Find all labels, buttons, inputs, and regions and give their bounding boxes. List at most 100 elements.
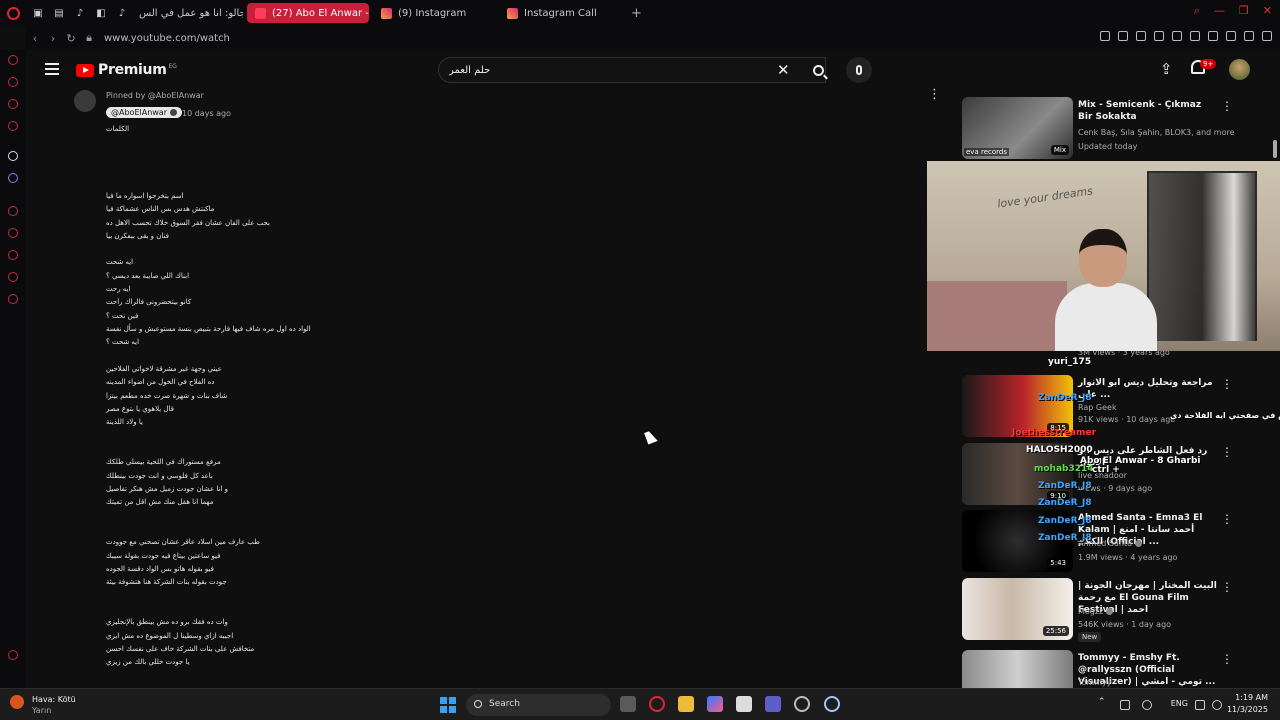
sidebar-pinboard-icon[interactable] — [8, 228, 18, 238]
lyric-line: متخافش على بنات الشركة خاف على نفسك احسن — [106, 645, 255, 653]
lyric-line: فيو ساعتين بيتاع فيه جودت بقولة سيبك — [106, 552, 221, 560]
url-field[interactable]: www.youtube.com/watch — [104, 33, 230, 44]
video-thumbnail[interactable]: 25:56 — [962, 578, 1073, 640]
search-button[interactable] — [800, 57, 836, 83]
sidebar-send-icon[interactable] — [8, 272, 18, 282]
tray-chevron-up-icon[interactable]: ⌃ — [1098, 697, 1108, 707]
snapshot-icon[interactable] — [1118, 31, 1128, 41]
tray-app-icon[interactable] — [1120, 700, 1130, 710]
language-indicator[interactable]: ENG — [1171, 699, 1188, 708]
app-icon[interactable]: ◧ — [92, 4, 110, 22]
sidebar-instagram-icon[interactable] — [8, 121, 18, 131]
reload-icon[interactable]: ↻ — [62, 32, 80, 45]
clear-search-icon[interactable]: ✕ — [777, 61, 790, 79]
close-icon[interactable]: ✕ — [1263, 4, 1272, 18]
sidebar-whatsapp-icon[interactable] — [8, 99, 18, 109]
translate-icon[interactable] — [1154, 31, 1164, 41]
workspaces-icon[interactable]: ▣ — [29, 4, 47, 22]
verified-icon — [170, 109, 177, 116]
back-icon[interactable]: ‹ — [26, 32, 44, 45]
new-tab-icon[interactable]: + — [631, 6, 642, 21]
commenter-avatar[interactable] — [74, 90, 96, 112]
search-input[interactable] — [439, 58, 739, 83]
recommendation-item[interactable]: eva records Mix Mix - Semicenk - Çıkmaz … — [962, 97, 1274, 161]
search-icon — [812, 64, 824, 76]
volume-icon[interactable] — [1212, 700, 1222, 710]
search-tabs-icon[interactable]: ⌕ — [1194, 4, 1200, 18]
comment-time[interactable]: 10 days ago — [182, 109, 231, 118]
sidebar-settings-icon[interactable] — [8, 294, 18, 304]
settings-gear-icon[interactable] — [824, 696, 840, 712]
tab-instagram-call[interactable]: Instagram Call — [499, 3, 621, 23]
channel-name[interactable]: Tommyy — [1078, 678, 1111, 687]
heart-icon[interactable] — [1190, 31, 1200, 41]
hamburger-menu-icon[interactable] — [45, 63, 59, 75]
chrome-icon[interactable] — [794, 696, 810, 712]
more-options-icon[interactable]: ⋮ — [1221, 377, 1233, 391]
extensions-icon[interactable] — [1208, 31, 1218, 41]
store-icon[interactable] — [736, 696, 752, 712]
minimize-icon[interactable]: — — [1214, 4, 1225, 18]
channel-name[interactable]: Cenk Baş, Sıla Şahin, BLOK3, and more — [1078, 128, 1235, 137]
tiktok-icon[interactable]: ♪ — [71, 4, 89, 22]
more-options-icon[interactable]: ⋮ — [1221, 445, 1233, 459]
tray-mic-icon[interactable] — [1142, 700, 1152, 710]
video-thumbnail[interactable] — [962, 650, 1073, 688]
lyric-line: و انا عشان جودت زميل مش هنكر تفاصيل — [106, 485, 229, 493]
recommendation-item[interactable]: 25:56 البيت المختار | مهرجان الجونة | مع… — [962, 578, 1274, 642]
sidebar-messenger-icon[interactable] — [8, 77, 18, 87]
copilot-icon[interactable] — [707, 696, 723, 712]
more-options-icon[interactable]: ⋮ — [1221, 99, 1233, 113]
account-avatar[interactable] — [1229, 59, 1250, 80]
recommendation-item[interactable]: 5:43 Ahmed Santa - Emna3 El Kalam | أحمد… — [962, 510, 1274, 574]
tray-display-icon[interactable] — [1195, 700, 1205, 710]
sidebar-twitch-icon[interactable] — [8, 173, 18, 183]
start-button[interactable] — [440, 697, 456, 713]
sidebar-player-icon[interactable] — [8, 206, 18, 216]
more-options-icon[interactable]: ⋮ — [1221, 580, 1233, 594]
opera-logo-icon[interactable] — [0, 0, 26, 26]
forward-icon[interactable]: › — [44, 32, 62, 45]
clock-time[interactable]: 1:19 AM — [1235, 693, 1268, 702]
extensions-toolbar — [1100, 31, 1272, 41]
menu-icon[interactable] — [1262, 31, 1272, 41]
tab-youtube-active[interactable]: (27) Abo El Anwar - E — [247, 3, 369, 23]
chat-message: مش في صفحتي ايه الفلاحة دي — [1170, 411, 1280, 420]
comment-author-handle[interactable]: @AboElAnwar — [106, 107, 182, 118]
sidebar-app-icon[interactable] — [8, 151, 18, 161]
channel-name[interactable]: Mogzz — [1078, 607, 1114, 616]
recommendation-item[interactable]: 8:15 مراجعة وتحليل ديس ابو الانوار على .… — [962, 375, 1274, 439]
account-icon[interactable] — [1226, 31, 1236, 41]
recommendation-item[interactable]: Tommyy - Emshy Ft. @rallysszn (Official … — [962, 650, 1274, 688]
create-upload-icon[interactable]: ⇪ — [1160, 60, 1173, 78]
video-title[interactable]: مراجعة وتحليل ديس ابو الانوار على ... — [1078, 377, 1218, 401]
task-view-icon[interactable] — [620, 696, 636, 712]
recommendation-item[interactable]: 9:10 رد فعل الشاطر على ديس ابو الانوار l… — [962, 443, 1274, 507]
youtube-logo[interactable]: Premium EG — [76, 62, 177, 78]
bookmark-icon[interactable] — [1100, 31, 1110, 41]
maximize-icon[interactable]: ❐ — [1239, 4, 1249, 18]
page-icon[interactable]: ▤ — [50, 4, 68, 22]
download-icon[interactable] — [1244, 31, 1254, 41]
more-options-icon[interactable]: ⋮ — [1221, 512, 1233, 526]
sidebar-scrollbar[interactable] — [1273, 140, 1277, 158]
opera-gx-taskbar-icon[interactable] — [649, 696, 665, 712]
shield-icon[interactable] — [1136, 31, 1146, 41]
sidebar-aria-icon[interactable] — [8, 55, 18, 65]
sidebar-history-icon[interactable] — [8, 250, 18, 260]
tab-instagram[interactable]: (9) Instagram — [373, 3, 495, 23]
sidebar-gx-icon[interactable] — [8, 650, 18, 660]
clock-date[interactable]: 11/3/2025 — [1227, 705, 1268, 714]
play-icon[interactable] — [1172, 31, 1182, 41]
teams-icon[interactable] — [765, 696, 781, 712]
channel-name[interactable]: Rap Geek — [1078, 403, 1117, 412]
taskbar-search[interactable]: Search — [466, 694, 611, 716]
video-title[interactable]: Mix - Semicenk - Çıkmaz Bir Sokakta — [1078, 99, 1218, 123]
video-thumbnail[interactable]: eva records Mix — [962, 97, 1073, 159]
comment-more-options-icon[interactable] — [928, 87, 941, 103]
voice-search-button[interactable] — [846, 57, 872, 83]
tiktok-icon-2[interactable]: ♪ — [113, 4, 131, 22]
file-explorer-icon[interactable] — [678, 696, 694, 712]
more-options-icon[interactable]: ⋮ — [1221, 652, 1233, 666]
tab-arabic[interactable]: هيلو جالو: انا هو عمل في الس... — [131, 3, 243, 23]
